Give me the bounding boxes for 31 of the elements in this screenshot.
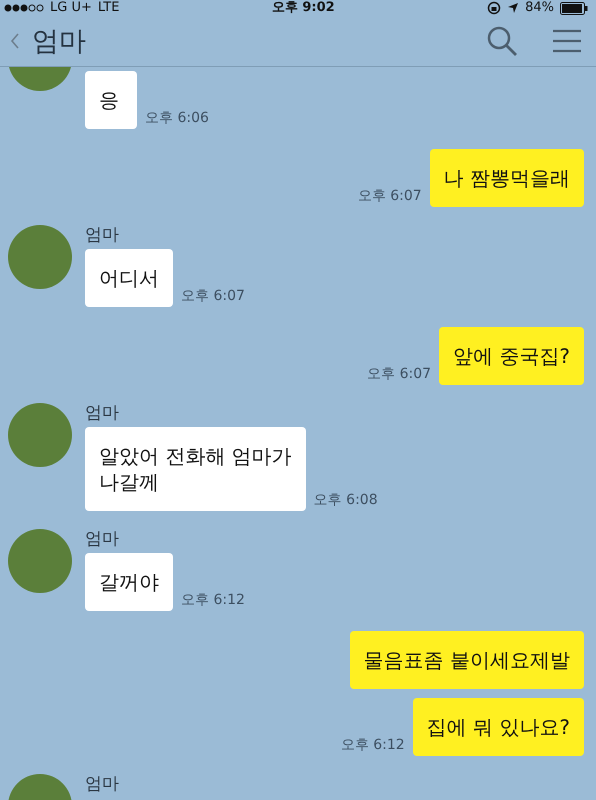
message-bubble: 갈꺼야	[85, 553, 173, 611]
location-arrow-icon	[507, 2, 520, 14]
message-time: 오후 6:12	[340, 736, 405, 754]
signal-icon	[4, 3, 44, 13]
message-time: 오후 6:07	[367, 365, 432, 383]
message-time: 오후 6:12	[181, 591, 245, 609]
battery-icon	[560, 2, 588, 14]
message-time: 오후 6:06	[145, 109, 209, 127]
message-time: 오후 6:07	[181, 287, 245, 305]
message-time: 오후 6:07	[358, 187, 422, 205]
message-bubble: 집에 뭐 있나요?	[412, 698, 584, 756]
message-bubble: 앞에 중국집?	[439, 327, 584, 385]
carrier-name: LG U+	[50, 0, 92, 16]
back-icon[interactable]	[10, 32, 20, 50]
clock-time: 오후 9:02	[272, 0, 335, 16]
message-bubble: 알았어 전화해 엄마가 나갈께	[85, 427, 306, 511]
message-time: 오후 6:08	[314, 491, 378, 509]
message-bubble: 어디서	[85, 249, 173, 307]
sender-name: 엄마	[85, 774, 119, 794]
network-type: LTE	[98, 0, 120, 16]
message-bubble: 물음표좀 붙이세요제발	[350, 631, 584, 689]
sender-name: 엄마	[85, 225, 120, 245]
rotation-lock-icon	[487, 1, 502, 15]
chat-title: 엄마	[32, 25, 86, 59]
menu-icon[interactable]	[552, 29, 582, 53]
sender-name: 엄마	[85, 529, 120, 549]
message-bubble: 나 짬뽕먹을래	[430, 149, 584, 207]
battery-percent: 84%	[525, 0, 554, 16]
message-bubble: 응	[85, 71, 137, 129]
search-icon[interactable]	[486, 25, 518, 57]
sender-name: 엄마	[85, 403, 120, 423]
